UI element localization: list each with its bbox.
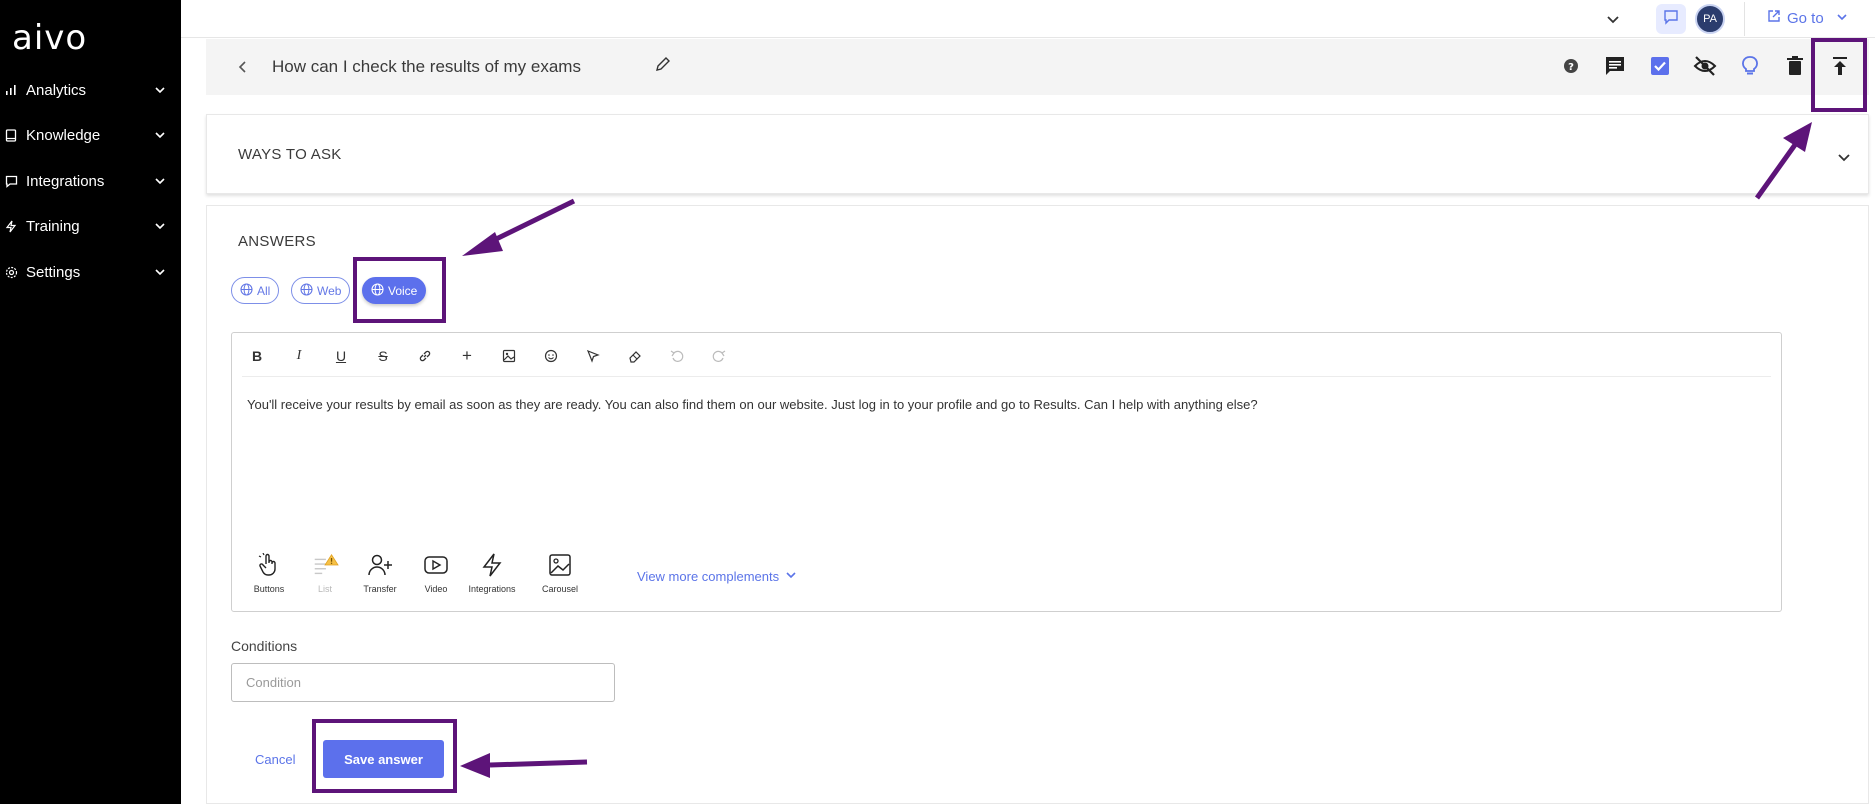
comment-icon[interactable] — [1602, 53, 1628, 79]
chevron-down-icon — [155, 130, 165, 140]
chevron-down-icon — [155, 176, 165, 186]
chevron-down-icon — [1836, 10, 1848, 27]
complement-list[interactable]: List — [295, 551, 355, 594]
chevron-down-icon — [155, 85, 165, 95]
publish-icon[interactable] — [1827, 53, 1853, 79]
answer-text[interactable]: You'll receive your results by email as … — [247, 397, 1258, 412]
sidebar-item-label: Training — [26, 217, 80, 235]
hand-pointer-icon — [255, 551, 283, 579]
condition-input[interactable] — [231, 663, 615, 702]
complement-transfer[interactable]: Transfer — [350, 551, 410, 594]
chevron-left-icon — [238, 61, 246, 73]
bar-chart-icon — [4, 83, 18, 97]
redo-icon[interactable] — [709, 346, 729, 366]
user-plus-icon — [366, 551, 394, 579]
lightning-icon — [4, 219, 18, 233]
trash-icon[interactable] — [1782, 53, 1808, 79]
sidebar-item-training[interactable]: Training — [0, 206, 181, 246]
save-answer-button[interactable]: Save answer — [323, 740, 444, 778]
lightning-icon — [478, 551, 506, 579]
ways-to-ask-title: WAYS TO ASK — [238, 146, 342, 163]
sidebar: aivo Analytics Knowledge Integrations Tr… — [0, 0, 181, 804]
back-button[interactable] — [233, 57, 253, 77]
chip-label: Voice — [388, 283, 418, 298]
channel-chip-web[interactable]: Web — [291, 277, 351, 304]
pencil-icon[interactable] — [653, 54, 673, 74]
goto-link[interactable]: Go to — [1767, 9, 1848, 27]
answer-editor[interactable]: B I U S + You'll receive your results by… — [231, 332, 1782, 612]
strikethrough-button[interactable]: S — [373, 346, 393, 366]
sidebar-item-label: Knowledge — [26, 126, 101, 144]
sidebar-item-integrations[interactable]: Integrations — [0, 161, 181, 201]
channel-chip-all[interactable]: All — [231, 277, 280, 304]
complement-integrations[interactable]: Integrations — [462, 551, 522, 594]
sidebar-item-settings[interactable]: Settings — [0, 252, 181, 292]
external-link-icon — [1767, 9, 1781, 27]
eraser-icon[interactable] — [625, 346, 645, 366]
chat-button[interactable] — [1656, 4, 1686, 34]
aivo-logo: aivo — [12, 18, 88, 58]
image-icon — [546, 551, 574, 579]
intent-title-bar: How can I check the results of my exams … — [206, 39, 1869, 95]
link-icon[interactable] — [415, 346, 435, 366]
view-more-label: View more complements — [637, 569, 780, 584]
answers-title: ANSWERS — [238, 233, 316, 250]
sidebar-item-knowledge[interactable]: Knowledge — [0, 115, 181, 155]
chevron-down-icon — [785, 569, 797, 584]
globe-icon — [300, 282, 313, 299]
answers-panel: ANSWERS All Web Voice B I U S + You'll r… — [206, 205, 1869, 804]
sidebar-item-label: Analytics — [26, 81, 87, 99]
chip-label: Web — [317, 283, 342, 298]
ways-to-ask-panel[interactable]: WAYS TO ASK — [206, 114, 1869, 194]
top-bar: PA Go to — [181, 0, 1875, 38]
chat-bubble-icon — [4, 174, 18, 188]
chat-bubble-icon — [1663, 9, 1679, 30]
gear-icon — [4, 265, 18, 279]
page-title: How can I check the results of my exams — [272, 57, 581, 76]
sidebar-item-label: Integrations — [26, 172, 105, 190]
list-warning-icon — [311, 551, 339, 579]
globe-icon — [371, 282, 384, 299]
editor-toolbar: B I U S + — [242, 333, 1771, 377]
avatar[interactable]: PA — [1695, 4, 1725, 34]
complement-buttons[interactable]: Buttons — [239, 551, 299, 594]
chevron-down-icon — [155, 221, 165, 231]
goto-label: Go to — [1787, 9, 1824, 27]
view-more-complements-link[interactable]: View more complements — [637, 569, 797, 584]
complement-label: List — [317, 584, 332, 594]
italic-button[interactable]: I — [289, 346, 309, 366]
video-icon — [422, 551, 450, 579]
sidebar-item-label: Settings — [26, 263, 81, 281]
svg-text:?: ? — [1568, 62, 1574, 73]
chevron-down-icon — [155, 267, 165, 277]
complement-video[interactable]: Video — [406, 551, 466, 594]
chip-label: All — [257, 283, 271, 298]
help-icon[interactable]: ? — [1558, 53, 1584, 79]
checkbox-icon[interactable] — [1647, 53, 1673, 79]
pointer-icon[interactable] — [583, 346, 603, 366]
complement-label: Video — [424, 584, 448, 594]
complement-label: Buttons — [253, 584, 285, 594]
complement-carousel[interactable]: Carousel — [530, 551, 590, 594]
emoji-icon[interactable] — [541, 346, 561, 366]
complement-label: Integrations — [468, 584, 516, 594]
chevron-down-icon[interactable] — [1836, 149, 1852, 165]
chevron-down-icon[interactable] — [1604, 10, 1622, 28]
bold-button[interactable]: B — [247, 346, 267, 366]
divider — [1744, 2, 1745, 36]
complement-label: Carousel — [541, 584, 579, 594]
plus-icon[interactable]: + — [457, 346, 477, 366]
globe-icon — [240, 282, 253, 299]
book-icon — [4, 128, 18, 142]
image-icon[interactable] — [499, 346, 519, 366]
conditions-label: Conditions — [231, 638, 298, 654]
eye-off-icon[interactable] — [1692, 53, 1718, 79]
underline-button[interactable]: U — [331, 346, 351, 366]
channel-chip-voice[interactable]: Voice — [362, 277, 427, 304]
cancel-button[interactable]: Cancel — [255, 752, 295, 767]
sidebar-item-analytics[interactable]: Analytics — [0, 70, 181, 110]
complement-label: Transfer — [363, 584, 397, 594]
lightbulb-icon[interactable] — [1737, 53, 1763, 79]
undo-icon[interactable] — [667, 346, 687, 366]
